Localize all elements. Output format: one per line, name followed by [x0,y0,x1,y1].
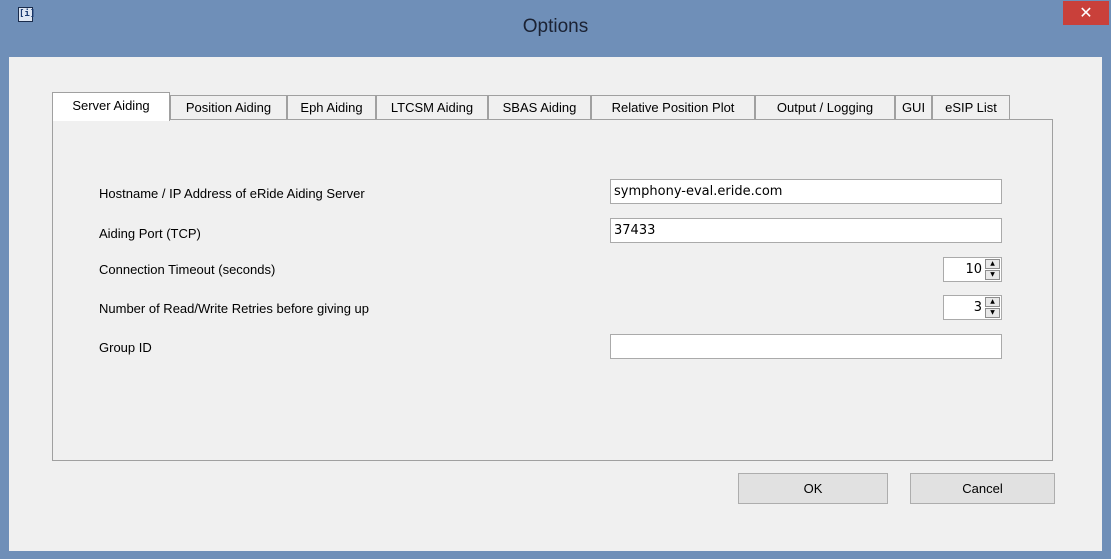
spinner-up-icon[interactable]: ▲ [985,259,1000,269]
tab-relative-position-plot[interactable]: Relative Position Plot [591,95,755,120]
connection-timeout-label: Connection Timeout (seconds) [99,262,276,277]
close-button[interactable]: ✕ [1063,1,1109,25]
spinner-buttons: ▲ ▼ [985,297,1000,318]
read-write-retries-value[interactable]: 3 [974,296,982,319]
hostname-label: Hostname / IP Address of eRide Aiding Se… [99,186,365,201]
tab-gui[interactable]: GUI [895,95,932,120]
tab-esip-list[interactable]: eSIP List [932,95,1010,120]
tab-server-aiding[interactable]: Server Aiding [52,92,170,121]
spinner-down-icon[interactable]: ▼ [985,270,1000,280]
read-write-retries-label: Number of Read/Write Retries before givi… [99,301,369,316]
cancel-button[interactable]: Cancel [910,473,1055,504]
spinner-up-icon[interactable]: ▲ [985,297,1000,307]
group-id-label: Group ID [99,340,152,355]
ok-button[interactable]: OK [738,473,888,504]
tab-eph-aiding[interactable]: Eph Aiding [287,95,376,120]
title-bar[interactable]: [i] Options ✕ [1,1,1110,57]
spinner-buttons: ▲ ▼ [985,259,1000,280]
dialog-body: Server Aiding Position Aiding Eph Aiding… [9,57,1102,551]
aiding-port-input[interactable]: 37433 [610,218,1002,243]
tab-position-aiding[interactable]: Position Aiding [170,95,287,120]
tab-ltcsm-aiding[interactable]: LTCSM Aiding [376,95,488,120]
spinner-down-icon[interactable]: ▼ [985,308,1000,318]
connection-timeout-value[interactable]: 10 [965,258,982,281]
window-title: Options [522,16,589,37]
tab-sbas-aiding[interactable]: SBAS Aiding [488,95,591,120]
aiding-port-label: Aiding Port (TCP) [99,226,201,241]
hostname-input[interactable]: symphony-eval.eride.com [610,179,1002,204]
connection-timeout-spinner[interactable]: 10 ▲ ▼ [943,257,1002,282]
options-window: [i] Options ✕ Server Aiding Position Aid… [0,0,1111,559]
close-icon: ✕ [1079,3,1093,22]
tab-output-logging[interactable]: Output / Logging [755,95,895,120]
group-id-input[interactable] [610,334,1002,359]
server-aiding-panel: Hostname / IP Address of eRide Aiding Se… [52,119,1053,461]
read-write-retries-spinner[interactable]: 3 ▲ ▼ [943,295,1002,320]
